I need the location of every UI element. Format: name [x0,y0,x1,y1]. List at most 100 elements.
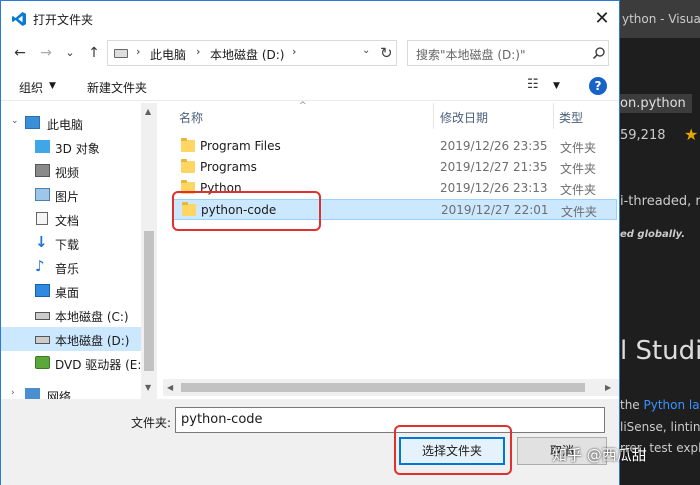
row-date: 2019/12/26 23:35 [440,139,548,153]
folder-label: 文件夹: [131,416,172,430]
scroll-up-icon[interactable]: ▲ [145,107,151,116]
sidebar-item-music[interactable]: ♪ 音乐 [1,255,141,279]
address-bar[interactable]: › 此电脑 › 本地磁盘 (D:) › ⌄ ↻ [107,40,397,66]
python-link[interactable]: Python lar [644,398,700,412]
up-button[interactable]: ↑ [83,41,105,65]
sidebar-item-desktop[interactable]: 桌面 [1,279,141,303]
vscode-extension-page: on.python 59,218 ★ i-threaded, re ed glo… [620,38,700,485]
sort-ascending-icon: ^ [299,101,307,111]
sidebar-item-label: 本地磁盘 (D:) [55,334,130,348]
new-folder-button[interactable]: 新建文件夹 [87,79,147,96]
column-date[interactable]: 修改日期 [440,109,488,126]
dialog-title: 打开文件夹 [33,13,94,27]
search-input[interactable]: 搜索"本地磁盘 (D:)" [407,40,609,66]
sidebar-item-pictures[interactable]: 图片 [1,183,141,207]
chevron-right-icon: › [292,45,297,58]
sidebar-item-drive-c[interactable]: 本地磁盘 (C:) [1,303,141,327]
column-headers: ^ 名称 修改日期 类型 [163,101,619,129]
scroll-down-icon[interactable]: ▼ [145,383,151,392]
watermark: 知乎 @西瓜甜 [552,446,647,464]
expand-icon[interactable]: › [11,388,15,398]
downloads-icon: ↓ [35,233,48,251]
sidebar-item-label: 此电脑 [47,118,84,132]
row-type: 文件夹 [560,183,597,197]
forward-button[interactable]: → [35,41,57,65]
folder-icon [181,138,195,152]
search-icon [592,47,605,60]
navigation-bar: ← → ⌄ ↑ › 此电脑 › 本地磁盘 (D:) › ⌄ ↻ 搜索"本地磁盘 … [1,37,619,69]
sidebar-item-label: 下载 [55,238,80,252]
navigation-pane: ⌄ 此电脑 3D 对象 视频 图片 文档 ↓ 下载 ♪ 音乐 桌面 本地磁盘 (… [1,103,157,401]
desktop-icon [35,284,50,297]
file-list: ^ 名称 修改日期 类型 Program Files 2019/12/26 23… [163,101,619,401]
row-date: 2019/12/27 22:01 [441,203,549,217]
command-bar: 组织 ▼ 新建文件夹 ☷ ▼ ? [1,71,619,101]
pictures-icon [35,188,50,201]
breadcrumb-pc[interactable]: 此电脑 [150,46,186,63]
chevron-down-icon[interactable]: ▼ [553,81,560,91]
sidebar-item-downloads[interactable]: ↓ 下载 [1,231,141,255]
refresh-icon[interactable]: ↻ [380,44,393,62]
scroll-right-icon[interactable]: ▶ [605,383,611,392]
extension-id: on.python [620,94,692,113]
close-button[interactable]: ✕ [587,5,617,33]
sidebar-scrollbar[interactable]: ▲ ▼ [141,103,157,401]
back-button[interactable]: ← [9,41,31,65]
horizontal-scrollbar[interactable]: ◀ ▶ [163,379,619,396]
column-type[interactable]: 类型 [559,109,583,126]
expand-icon[interactable]: ⌄ [11,116,19,126]
chevron-right-icon: › [136,45,141,58]
help-icon[interactable]: ? [589,77,607,95]
table-row[interactable]: Programs 2019/12/27 21:35 文件夹 [173,157,617,178]
star-icon: ★ [684,125,699,144]
sidebar-item-label: 文档 [55,214,80,228]
chevron-down-icon[interactable]: ▼ [49,81,56,91]
annotation-highlight-button [394,425,512,475]
row-date: 2019/12/26 23:13 [440,181,548,195]
pc-icon [25,116,40,129]
row-name: Programs [200,160,257,174]
recent-locations-button[interactable]: ⌄ [59,41,81,65]
folder-name-field[interactable]: python-code [175,407,605,433]
organize-button[interactable]: 组织 [19,79,43,96]
extension-desc: i-threaded, re [620,194,700,209]
documents-icon [36,212,48,225]
3d-objects-icon [35,140,50,153]
extension-text-1: the Python lar [620,398,700,412]
dvd-icon [35,356,50,369]
sidebar-item-label: 音乐 [55,262,80,276]
install-count: 59,218 [620,128,666,143]
sidebar-item-drive-d[interactable]: 本地磁盘 (D:) [1,327,141,351]
sidebar-item-label: 3D 对象 [55,142,100,156]
view-options-icon[interactable]: ☷ [527,77,539,92]
row-type: 文件夹 [560,141,597,155]
sidebar-item-label: 视频 [55,166,80,180]
dialog-titlebar: 打开文件夹 ✕ [1,1,619,37]
sidebar-item-label: DVD 驱动器 (E:) [55,358,147,372]
sidebar-item-pc[interactable]: ⌄ 此电脑 [1,111,141,135]
video-icon [35,164,50,177]
extension-heading: l Studio [620,336,700,366]
scrollbar-thumb[interactable] [144,231,154,371]
scrollbar-thumb[interactable] [181,383,585,392]
column-divider[interactable] [433,103,434,129]
column-divider[interactable] [553,103,554,129]
sidebar-item-3d-objects[interactable]: 3D 对象 [1,135,141,159]
vscode-titlebar: ython - Visual S [620,0,700,38]
sidebar-item-dvd[interactable]: DVD 驱动器 (E:) [1,351,146,375]
chevron-right-icon: › [196,45,201,58]
breadcrumb-drive-d[interactable]: 本地磁盘 (D:) [210,46,284,63]
chevron-down-icon[interactable]: ⌄ [362,45,370,56]
drive-icon [35,312,50,320]
dialog-footer: 文件夹: python-code 选择文件夹 取消 [1,399,619,485]
search-placeholder: 搜索"本地磁盘 (D:)" [416,48,526,62]
column-name[interactable]: 名称 [179,109,203,126]
scroll-left-icon[interactable]: ◀ [167,383,173,392]
table-row[interactable]: Program Files 2019/12/26 23:35 文件夹 [173,136,617,157]
extension-text-2: liSense, lintin [620,420,700,434]
music-icon: ♪ [35,257,45,275]
row-type: 文件夹 [561,205,598,219]
row-name: Program Files [200,139,281,153]
sidebar-item-documents[interactable]: 文档 [1,207,141,231]
sidebar-item-video[interactable]: 视频 [1,159,141,183]
